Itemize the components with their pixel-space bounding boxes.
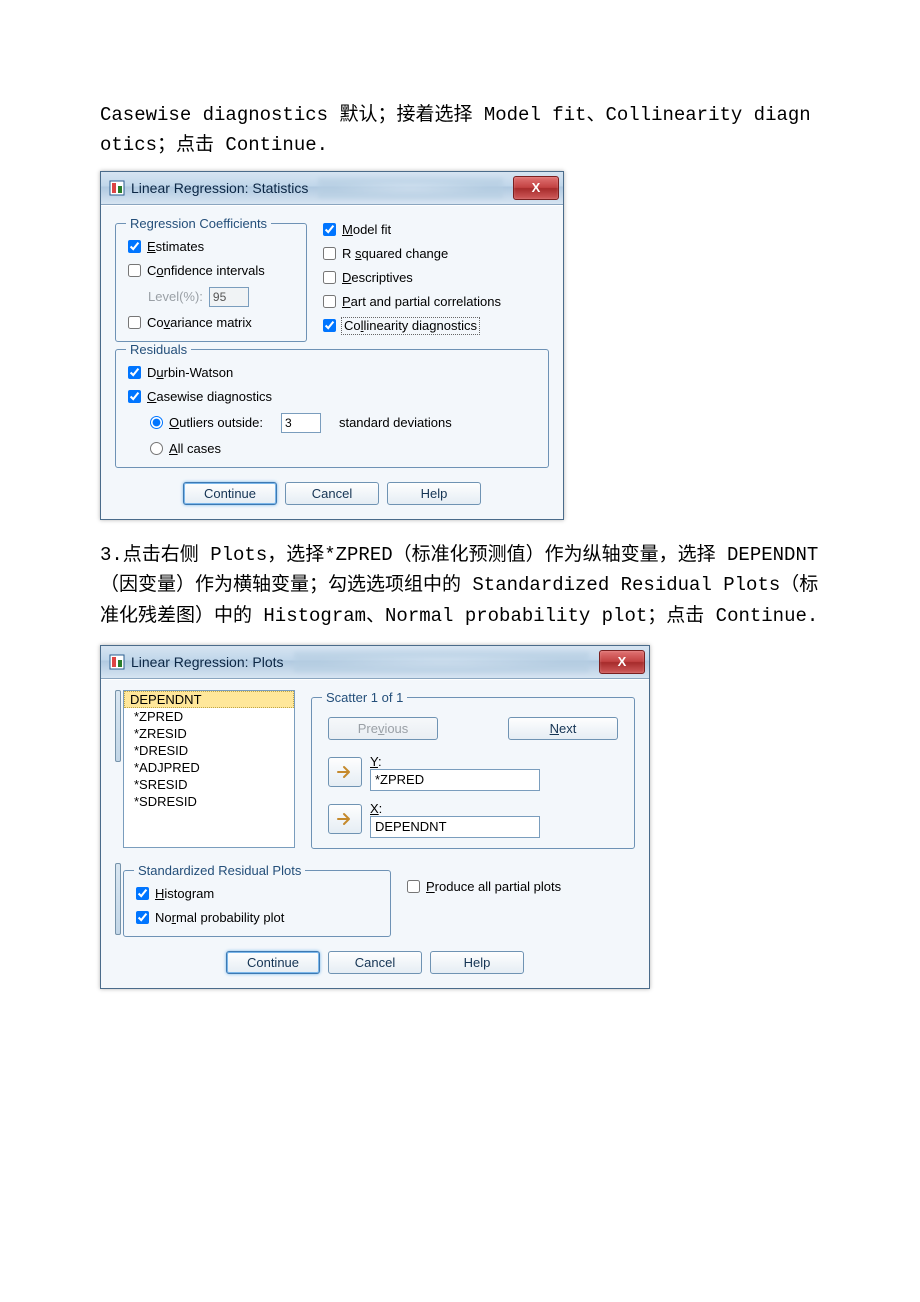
checkbox-label: R squared change	[342, 246, 448, 262]
checkbox-label: Durbin-Watson	[147, 365, 233, 381]
checkbox-label: Produce all partial plots	[426, 879, 561, 895]
list-item[interactable]: *ZRESID	[124, 725, 294, 742]
left-handle	[115, 690, 121, 762]
histogram-checkbox[interactable]: Histogram	[136, 886, 380, 902]
continue-button[interactable]: Continue	[226, 951, 320, 974]
group-label: Residuals	[126, 342, 191, 357]
list-item[interactable]: DEPENDNT	[124, 691, 294, 708]
plots-dialog: Linear Regression: Plots X DEPENDNT *ZPR…	[100, 645, 650, 989]
titlebar-blur	[318, 178, 503, 198]
outliers-row: Outliers outside: standard deviations	[150, 413, 538, 433]
checkbox-label: Part and partial correlations	[342, 294, 501, 310]
checkbox-label: Descriptives	[342, 270, 413, 286]
cancel-button[interactable]: Cancel	[285, 482, 379, 505]
checkbox-label: Confidence intervals	[147, 263, 265, 279]
dialog-title: Linear Regression: Plots	[131, 654, 284, 670]
produce-all-partial-plots-checkbox[interactable]: Produce all partial plots	[407, 879, 561, 895]
standardized-residual-plots-group: Standardized Residual Plots Histogram No…	[123, 863, 391, 937]
collinearity-diagnostics-checkbox[interactable]: Collinearity diagnostics	[323, 318, 501, 334]
arrow-right-icon	[337, 765, 353, 779]
next-button[interactable]: Next	[508, 717, 618, 740]
regression-coefficients-group: Regression Coefficients Estimates Confid…	[115, 216, 307, 342]
checkbox-label: Estimates	[147, 239, 204, 255]
close-icon: X	[618, 654, 627, 669]
titlebar-blur	[294, 652, 589, 672]
casewise-diagnostics-checkbox[interactable]: Casewise diagnostics	[128, 389, 538, 405]
list-item[interactable]: *SRESID	[124, 776, 294, 793]
button-row: Continue Cancel Help	[115, 482, 549, 505]
outliers-outside-radio[interactable]: Outliers outside:	[150, 415, 263, 431]
y-label: Y:	[370, 754, 540, 769]
descriptives-checkbox[interactable]: Descriptives	[323, 270, 501, 286]
level-field: Level(%):	[148, 287, 296, 307]
sd-input[interactable]	[281, 413, 321, 433]
list-item[interactable]: *ADJPRED	[124, 759, 294, 776]
model-fit-checkbox[interactable]: Model fit	[323, 222, 501, 238]
continue-button[interactable]: Continue	[183, 482, 277, 505]
residuals-group: Residuals Durbin-Watson Casewise diagnos…	[115, 342, 549, 468]
r-squared-change-checkbox[interactable]: R squared change	[323, 246, 501, 262]
app-icon	[109, 654, 125, 670]
all-cases-radio[interactable]: All cases	[150, 441, 538, 457]
dialog-title: Linear Regression: Statistics	[131, 180, 308, 196]
checkbox-label: Covariance matrix	[147, 315, 252, 331]
close-button[interactable]: X	[513, 176, 559, 200]
app-icon	[109, 180, 125, 196]
scatter-group: Scatter 1 of 1 Previous Next Y	[311, 690, 635, 849]
checkbox-label: Model fit	[342, 222, 391, 238]
group-label: Scatter 1 of 1	[322, 690, 407, 705]
move-to-y-button[interactable]	[328, 757, 362, 787]
part-partial-correlations-checkbox[interactable]: Part and partial correlations	[323, 294, 501, 310]
durbin-watson-checkbox[interactable]: Durbin-Watson	[128, 365, 538, 381]
checkbox-label: Casewise diagnostics	[147, 389, 272, 405]
checkbox-label: Normal probability plot	[155, 910, 284, 926]
confidence-intervals-checkbox[interactable]: Confidence intervals	[128, 263, 296, 279]
x-label: X:	[370, 801, 540, 816]
x-input[interactable]	[370, 816, 540, 838]
list-item[interactable]: *DRESID	[124, 742, 294, 759]
list-item[interactable]: *ZPRED	[124, 708, 294, 725]
radio-label: All cases	[169, 441, 221, 457]
right-options: Model fit R squared change Descriptives	[323, 216, 501, 334]
group-label: Standardized Residual Plots	[134, 863, 305, 878]
cancel-button[interactable]: Cancel	[328, 951, 422, 974]
covariance-matrix-checkbox[interactable]: Covariance matrix	[128, 315, 296, 331]
statistics-dialog: Linear Regression: Statistics X Regressi…	[100, 171, 564, 520]
left-handle	[115, 863, 121, 935]
titlebar: Linear Regression: Plots X	[101, 646, 649, 679]
paragraph-2: 3.点击右侧 Plots，选择*ZPRED（标准化预测值）作为纵轴变量，选择 D…	[100, 540, 820, 631]
help-button[interactable]: Help	[387, 482, 481, 505]
variable-list[interactable]: DEPENDNT *ZPRED *ZRESID *DRESID *ADJPRED…	[123, 690, 295, 848]
normal-probability-plot-checkbox[interactable]: Normal probability plot	[136, 910, 380, 926]
checkbox-label: Collinearity diagnostics	[342, 318, 479, 334]
paragraph-1: Casewise diagnostics 默认；接着选择 Model fit、C…	[100, 100, 820, 161]
move-to-x-button[interactable]	[328, 804, 362, 834]
level-input	[209, 287, 249, 307]
arrow-right-icon	[337, 812, 353, 826]
close-button[interactable]: X	[599, 650, 645, 674]
list-item[interactable]: *SDRESID	[124, 793, 294, 810]
button-row: Continue Cancel Help	[115, 951, 635, 974]
previous-button: Previous	[328, 717, 438, 740]
help-button[interactable]: Help	[430, 951, 524, 974]
close-icon: X	[532, 180, 541, 195]
estimates-checkbox[interactable]: Estimates	[128, 239, 296, 255]
level-label: Level(%):	[148, 289, 203, 305]
y-input[interactable]	[370, 769, 540, 791]
titlebar: Linear Regression: Statistics X	[101, 172, 563, 205]
radio-label: Outliers outside:	[169, 415, 263, 431]
checkbox-label: Histogram	[155, 886, 214, 902]
group-label: Regression Coefficients	[126, 216, 271, 231]
sd-units-label: standard deviations	[339, 415, 452, 430]
